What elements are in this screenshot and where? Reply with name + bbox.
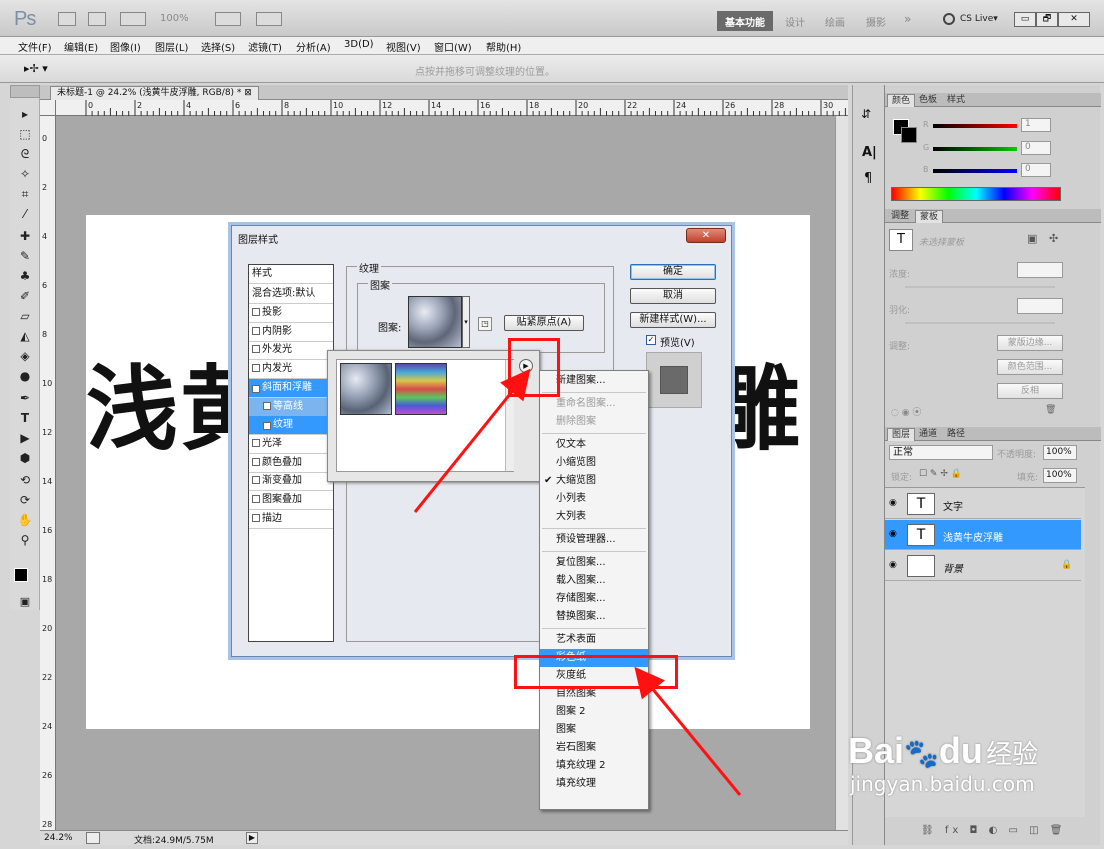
photoshop-window: Ps 100% 基本功能 设计 绘画 摄影 » CS Live▾ ▭ 🗗 ✕ 文…	[0, 0, 1104, 849]
paw-logo-icon: 🐾	[904, 737, 939, 770]
watermark-brand: Bai	[848, 730, 905, 771]
watermark-brand-2: du	[938, 730, 983, 771]
watermark-cn: 经验	[986, 740, 1039, 770]
annotation-arrow-1	[413, 368, 531, 513]
baidu-watermark: Bai🐾du 经验 jingyan.baidu.com	[848, 730, 1038, 796]
annotation-arrow-2	[634, 666, 742, 796]
annotation-arrows	[413, 368, 742, 796]
watermark-url: jingyan.baidu.com	[850, 772, 1035, 796]
